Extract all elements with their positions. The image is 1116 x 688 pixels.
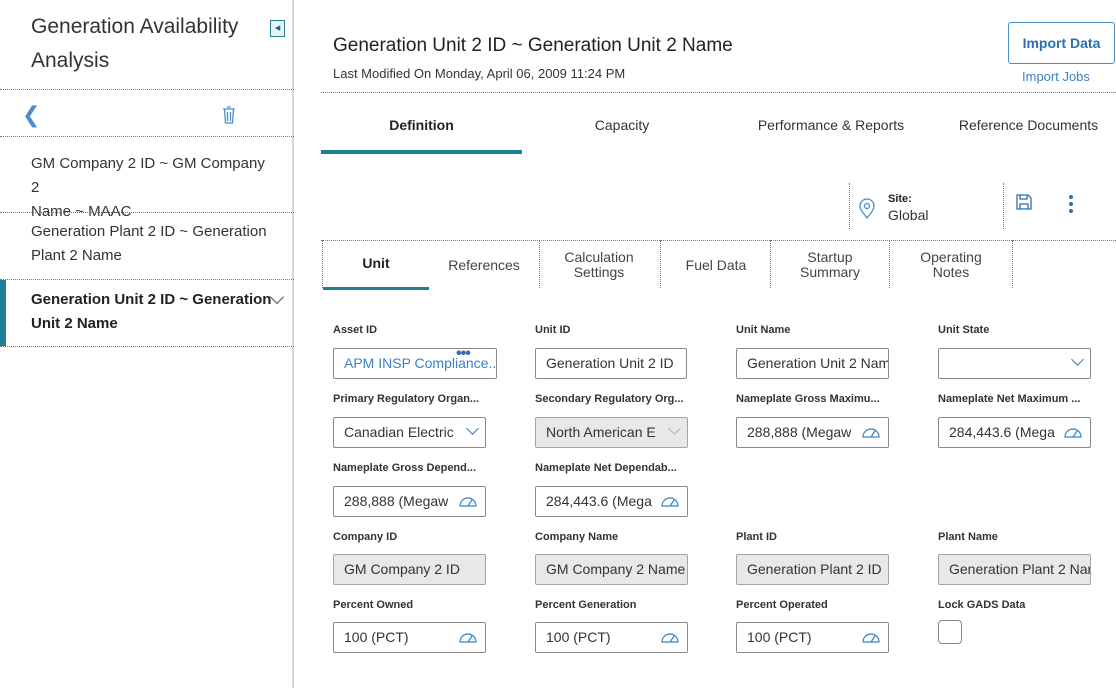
divider xyxy=(0,89,294,90)
site-label: Site: xyxy=(888,193,912,205)
field-label: Asset ID xyxy=(333,324,378,336)
plant-name-field[interactable]: Generation Plant 2 Name xyxy=(938,554,1091,585)
last-modified: Last Modified On Monday, April 06, 2009 … xyxy=(333,66,626,81)
field-label: Percent Generation xyxy=(535,599,637,611)
gauge-icon[interactable] xyxy=(661,632,679,643)
field-label: Unit ID xyxy=(535,324,571,336)
nameplate-gross-dependable-field[interactable]: 288,888 (Megaw xyxy=(333,486,486,517)
field-label: Primary Regulatory Organ... xyxy=(333,393,480,405)
sidebar-title: Generation Availability Analysis xyxy=(31,15,239,72)
location-pin-icon xyxy=(859,198,875,219)
collapse-sidebar-icon[interactable]: ◂ xyxy=(270,20,285,37)
company-id-field[interactable]: GM Company 2 ID xyxy=(333,554,486,585)
import-data-button[interactable]: Import Data xyxy=(1008,22,1115,64)
divider xyxy=(1003,183,1004,229)
divider xyxy=(0,346,294,347)
field-label: Percent Owned xyxy=(333,599,414,611)
divider xyxy=(321,92,1116,93)
sidebar-item-plant[interactable]: Generation Plant 2 ID ~ Generation Plant… xyxy=(0,220,294,268)
field-label: Nameplate Gross Maximu... xyxy=(736,393,880,405)
nameplate-net-dependable-field[interactable]: 284,443.6 (Mega xyxy=(535,486,688,517)
site-value: Global xyxy=(888,207,929,223)
sidebar-item-company[interactable]: GM Company 2 ID ~ GM Company 2 Name ~ MA… xyxy=(0,152,294,224)
gauge-icon[interactable] xyxy=(1064,427,1082,438)
chevron-down-icon xyxy=(1071,353,1084,366)
chevron-down-icon xyxy=(466,422,479,435)
sidebar-item-unit[interactable]: Generation Unit 2 ID ~ Generation Unit 2… xyxy=(0,280,294,346)
gauge-icon[interactable] xyxy=(459,496,477,507)
unit-name-field[interactable]: Generation Unit 2 Name xyxy=(736,348,889,379)
percent-generation-field[interactable]: 100 (PCT) xyxy=(535,622,688,653)
percent-operated-field[interactable]: 100 (PCT) xyxy=(736,622,889,653)
tab-performance-reports[interactable]: Performance & Reports xyxy=(731,108,931,154)
gauge-icon[interactable] xyxy=(661,496,679,507)
more-vertical-icon[interactable] xyxy=(1068,194,1074,214)
tab-reference-documents[interactable]: Reference Documents xyxy=(941,108,1116,154)
divider xyxy=(0,136,294,137)
plant-id-field[interactable]: Generation Plant 2 ID xyxy=(736,554,889,585)
tab-capacity[interactable]: Capacity xyxy=(522,108,722,154)
field-label: Nameplate Net Maximum ... xyxy=(938,393,1081,405)
secondary-regulatory-select[interactable]: North American E xyxy=(535,417,688,448)
trash-icon[interactable] xyxy=(222,106,236,124)
unit-id-field[interactable]: Generation Unit 2 ID xyxy=(535,348,687,379)
field-label: Secondary Regulatory Org... xyxy=(535,393,684,405)
subtab-startup-summary[interactable]: Startup Summary xyxy=(771,240,889,290)
percent-owned-field[interactable]: 100 (PCT) xyxy=(333,622,486,653)
import-jobs-link[interactable]: Import Jobs xyxy=(1022,69,1090,84)
asset-id-field[interactable]: APM INSP Compliance... ••• xyxy=(333,348,497,379)
lock-gads-checkbox[interactable] xyxy=(938,620,962,644)
divider xyxy=(1012,240,1013,288)
field-label: Nameplate Gross Depend... xyxy=(333,462,477,474)
field-label: Nameplate Net Dependab... xyxy=(535,462,677,474)
nameplate-net-max-field[interactable]: 284,443.6 (Mega xyxy=(938,417,1091,448)
subtab-unit[interactable]: Unit xyxy=(323,240,429,290)
divider xyxy=(0,212,294,213)
save-icon[interactable] xyxy=(1016,194,1032,210)
sidebar: Generation Availability Analysis ◂ ❮ GM … xyxy=(0,0,294,688)
field-label: Company Name xyxy=(535,531,619,543)
gauge-icon[interactable] xyxy=(862,632,880,643)
page-title: Generation Unit 2 ID ~ Generation Unit 2… xyxy=(333,35,733,56)
subtab-fuel-data[interactable]: Fuel Data xyxy=(661,240,771,290)
unit-state-select[interactable] xyxy=(938,348,1091,379)
field-label: Unit Name xyxy=(736,324,791,336)
field-label: Company ID xyxy=(333,531,398,543)
field-label: Plant Name xyxy=(938,531,998,543)
company-name-field[interactable]: GM Company 2 Name xyxy=(535,554,688,585)
nameplate-gross-max-field[interactable]: 288,888 (Megaw xyxy=(736,417,889,448)
site-selector[interactable]: Site: Global xyxy=(849,183,999,229)
main-tabs: Definition Capacity Performance & Report… xyxy=(321,108,1116,154)
gauge-icon[interactable] xyxy=(862,427,880,438)
subtab-operating-notes[interactable]: Operating Notes xyxy=(890,240,1012,290)
more-horizontal-icon[interactable]: ••• xyxy=(456,349,471,368)
back-arrow-icon[interactable]: ❮ xyxy=(22,104,40,126)
tab-definition[interactable]: Definition xyxy=(321,108,522,154)
primary-regulatory-select[interactable]: Canadian Electric xyxy=(333,417,486,448)
field-label: Plant ID xyxy=(736,531,777,543)
subtab-calculation-settings[interactable]: Calculation Settings xyxy=(540,240,658,290)
subtab-references[interactable]: References xyxy=(431,240,537,290)
field-label: Unit State xyxy=(938,324,990,336)
field-label: Percent Operated xyxy=(736,599,828,611)
field-label: Lock GADS Data xyxy=(938,599,1026,611)
gauge-icon[interactable] xyxy=(459,632,477,643)
